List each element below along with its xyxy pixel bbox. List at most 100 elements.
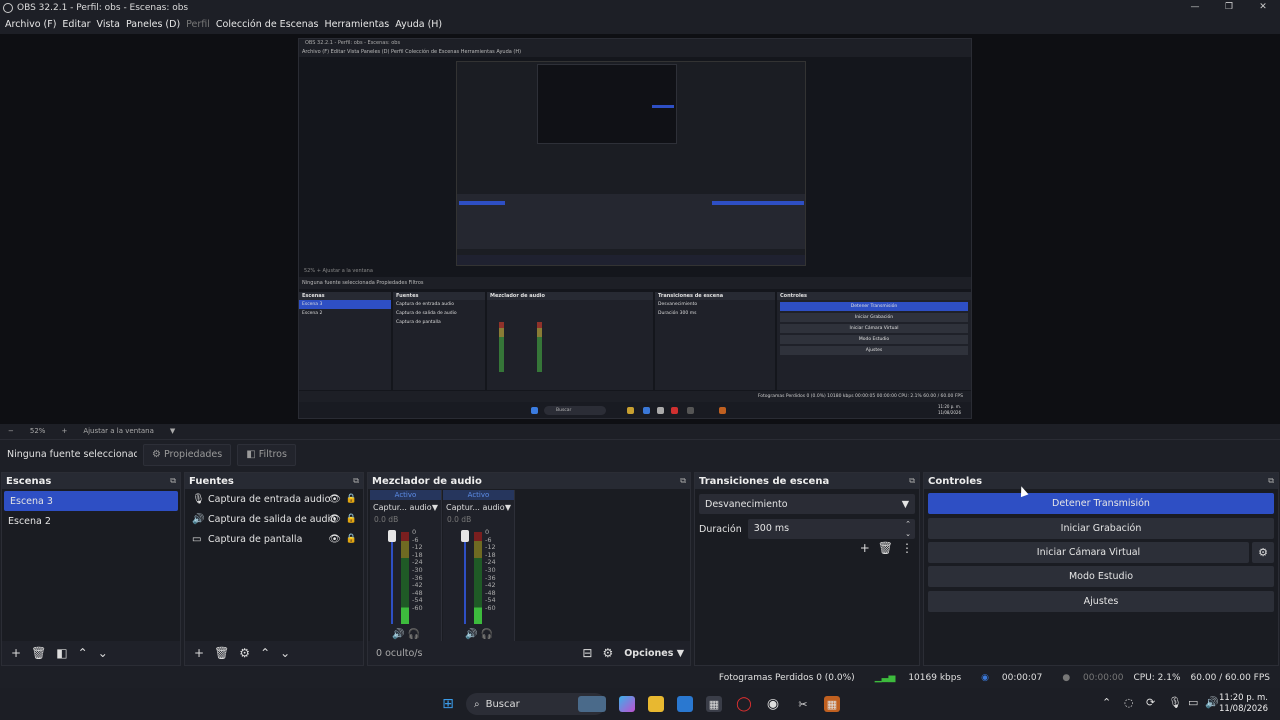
scene-item[interactable]: Escena 2 bbox=[2, 511, 180, 531]
add-scene-icon[interactable]: + bbox=[11, 646, 21, 660]
zoom-in-button[interactable]: + bbox=[61, 427, 67, 435]
volume-slider-track[interactable] bbox=[391, 532, 393, 624]
controls-dock: Controles ⧉ Detener Transmisión Iniciar … bbox=[923, 472, 1279, 666]
channel-db: 0.0 dB bbox=[447, 515, 472, 524]
mic-icon: 🎙 bbox=[192, 493, 205, 505]
menu-vista[interactable]: Vista bbox=[97, 19, 120, 30]
more-icon[interactable]: ⋮ bbox=[901, 541, 913, 555]
scene-item[interactable]: Escena 3 bbox=[4, 491, 178, 511]
layout-icon[interactable]: ⊟ bbox=[582, 646, 592, 660]
preview-mini-meter bbox=[537, 322, 542, 372]
undock-icon[interactable]: ⧉ bbox=[353, 476, 359, 486]
source-item[interactable]: 🔊 Captura de salida de audio 👁 🔒 bbox=[185, 509, 363, 529]
preview-mini-taskbar: Buscar 11:20 p. m. 11/08/2026 bbox=[299, 402, 971, 418]
folder-icon[interactable] bbox=[648, 696, 664, 712]
stepper-icon[interactable]: ⌃ ⌄ bbox=[905, 519, 911, 539]
menu-coleccion-escenas[interactable]: Colección de Escenas bbox=[216, 19, 319, 30]
move-down-icon[interactable]: ⌄ bbox=[98, 646, 108, 660]
settings-button[interactable]: Ajustes bbox=[928, 591, 1274, 612]
add-source-icon[interactable]: + bbox=[194, 646, 204, 660]
source-item[interactable]: 🎙 Captura de entrada audio 👁 🔒 bbox=[185, 489, 363, 509]
studio-mode-button[interactable]: Modo Estudio bbox=[928, 566, 1274, 587]
move-up-icon[interactable]: ⌃ bbox=[78, 646, 88, 660]
chevron-up-icon[interactable]: ⌃ bbox=[1102, 696, 1111, 709]
channel-name[interactable]: Captur... audio ▼ bbox=[370, 500, 441, 515]
menu-archivo[interactable]: Archivo (F) bbox=[5, 19, 56, 30]
options-button[interactable]: Opciones ▼ bbox=[624, 648, 684, 659]
opera-icon[interactable]: ◯ bbox=[736, 696, 752, 712]
undock-icon[interactable]: ⧉ bbox=[170, 476, 176, 486]
headphones-icon[interactable]: 🎧 bbox=[481, 629, 493, 640]
eye-icon[interactable]: 👁 bbox=[328, 534, 341, 545]
volume-slider-knob[interactable] bbox=[461, 530, 469, 542]
menu-herramientas[interactable]: Herramientas bbox=[325, 19, 390, 30]
move-up-icon[interactable]: ⌃ bbox=[260, 646, 270, 660]
menu-editar[interactable]: Editar bbox=[62, 19, 90, 30]
network-icon[interactable]: ◌ bbox=[1124, 696, 1134, 709]
dropdown-icon[interactable]: ▼ bbox=[505, 503, 511, 512]
trash-icon[interactable]: 🗑 bbox=[31, 646, 46, 660]
filters-button[interactable]: ◧ Filtros bbox=[237, 443, 296, 466]
close-button[interactable]: ✕ bbox=[1246, 0, 1280, 15]
maximize-button[interactable]: ❐ bbox=[1212, 0, 1246, 15]
gear-icon[interactable]: ⚙ bbox=[239, 646, 250, 660]
speaker-icon[interactable]: 🔊 bbox=[392, 629, 404, 640]
speaker-icon[interactable]: 🔊 bbox=[465, 629, 477, 640]
add-transition-icon[interactable]: + bbox=[860, 541, 870, 555]
volume-slider-track[interactable] bbox=[464, 532, 466, 624]
duration-input[interactable]: 300 ms ⌃ ⌄ bbox=[747, 519, 915, 539]
zoom-out-button[interactable]: − bbox=[8, 427, 14, 435]
properties-button[interactable]: ⚙ Propiedades bbox=[143, 443, 232, 466]
move-down-icon[interactable]: ⌄ bbox=[280, 646, 290, 660]
undock-icon[interactable]: ⧉ bbox=[680, 476, 686, 486]
calculator-icon[interactable]: ▦ bbox=[824, 696, 840, 712]
undock-icon[interactable]: ⧉ bbox=[909, 476, 915, 486]
gear-icon[interactable]: ⚙ bbox=[1252, 542, 1274, 563]
transition-select[interactable]: Desvanecimiento ▼ bbox=[699, 494, 915, 514]
windows-start-icon[interactable]: ⊞ bbox=[440, 696, 456, 712]
volume-icon[interactable]: 🔊 bbox=[1205, 696, 1219, 709]
minimize-button[interactable]: — bbox=[1178, 0, 1212, 15]
source-item[interactable]: ▭ Captura de pantalla 👁 🔒 bbox=[185, 529, 363, 549]
advanced-audio-icon[interactable]: ⚙ bbox=[602, 646, 613, 660]
menu-ayuda[interactable]: Ayuda (H) bbox=[395, 19, 442, 30]
trash-icon[interactable]: 🗑 bbox=[214, 646, 229, 660]
undock-icon[interactable]: ⧉ bbox=[1268, 476, 1274, 486]
widget-icon[interactable] bbox=[578, 696, 606, 712]
preview-mini-scene: Escena 2 bbox=[302, 311, 323, 316]
start-virtualcam-button[interactable]: Iniciar Cámara Virtual bbox=[928, 542, 1249, 563]
mail-icon[interactable] bbox=[677, 696, 693, 712]
lock-icon[interactable]: 🔒 bbox=[346, 514, 357, 524]
eye-icon[interactable]: 👁 bbox=[328, 494, 341, 505]
filter-icon[interactable]: ◧ bbox=[56, 646, 67, 660]
start-recording-button[interactable]: Iniciar Grabación bbox=[928, 518, 1274, 539]
taskbar-clock[interactable]: 11:20 p. m. 11/08/2026 bbox=[1219, 693, 1268, 715]
store-icon[interactable]: ▦ bbox=[706, 696, 722, 712]
eye-icon[interactable]: 👁 bbox=[328, 514, 341, 525]
status-bar: Fotogramas Perdidos 0 (0.0%) ▁▃▅ 10169 k… bbox=[0, 667, 1280, 688]
preview-mini-control: Ajustes bbox=[780, 346, 968, 355]
menu-paneles[interactable]: Paneles (D) bbox=[126, 19, 180, 30]
headphones-icon[interactable]: 🎧 bbox=[408, 629, 420, 640]
zoom-dropdown-icon[interactable]: ▼ bbox=[170, 427, 175, 435]
obs-icon[interactable]: ◉ bbox=[765, 696, 781, 712]
preview-mini-menu: Archivo (F) Editar Vista Paneles (D) Per… bbox=[299, 48, 971, 57]
preview-canvas[interactable]: OBS 32.2.1 - Perfil: obs - Escenas: obs … bbox=[298, 38, 972, 419]
menu-perfil[interactable]: Perfil bbox=[186, 19, 210, 30]
mic-icon[interactable]: 🎙 bbox=[1168, 696, 1182, 709]
lock-icon[interactable]: 🔒 bbox=[346, 534, 357, 544]
speaker-icon: 🔊 bbox=[192, 513, 205, 525]
fit-window-label[interactable]: Ajustar a la ventana bbox=[83, 427, 154, 435]
channel-name[interactable]: Captur... audio ▼ bbox=[443, 500, 514, 515]
display-icon[interactable]: ▭ bbox=[1188, 696, 1198, 709]
copilot-icon[interactable] bbox=[619, 696, 635, 712]
trash-icon[interactable]: 🗑 bbox=[878, 541, 893, 555]
sync-icon[interactable]: ⟳ bbox=[1146, 696, 1155, 709]
capcut-icon[interactable]: ✂ bbox=[795, 696, 811, 712]
stop-streaming-button[interactable]: Detener Transmisión bbox=[928, 493, 1274, 514]
volume-slider-knob[interactable] bbox=[388, 530, 396, 542]
preview-area[interactable]: OBS 32.2.1 - Perfil: obs - Escenas: obs … bbox=[0, 34, 1280, 424]
dropdown-icon[interactable]: ▼ bbox=[432, 503, 438, 512]
lock-icon[interactable]: 🔒 bbox=[346, 494, 357, 504]
taskbar-date: 11/08/2026 bbox=[1219, 704, 1268, 714]
